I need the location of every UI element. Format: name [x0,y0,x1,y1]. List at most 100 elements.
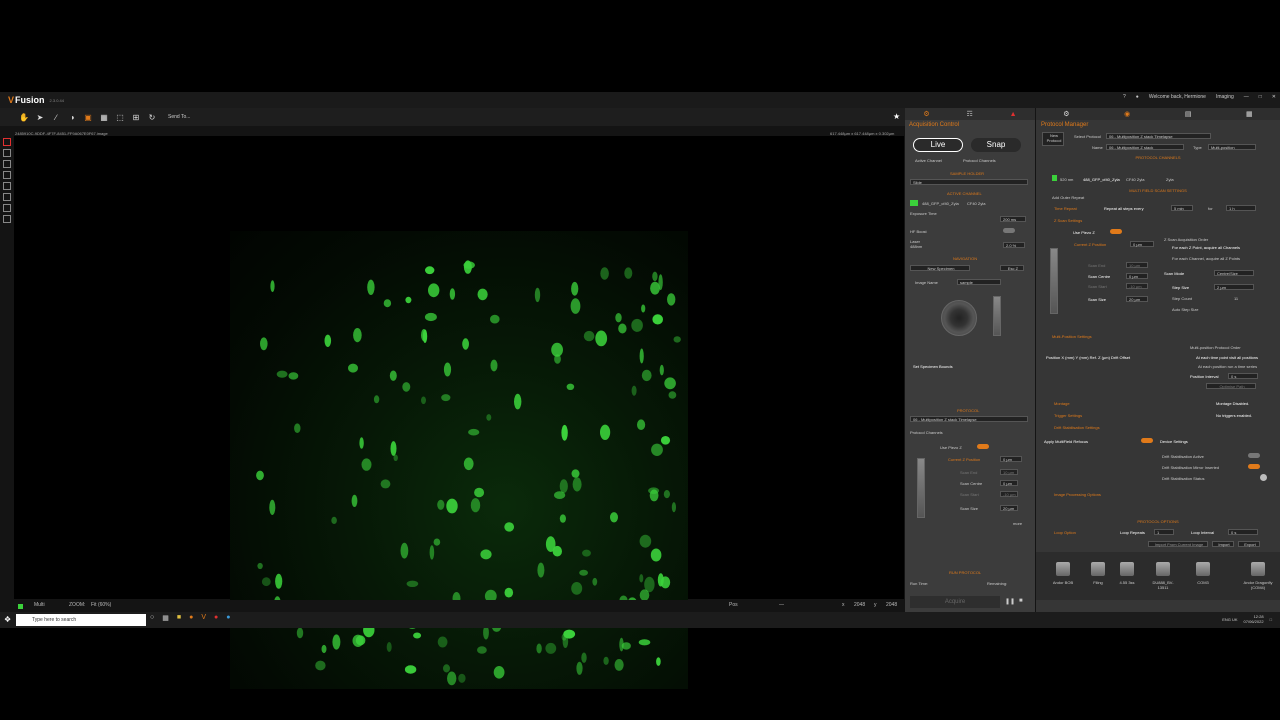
scan-end-input[interactable]: 10 µm [1000,469,1018,475]
loop-interval-input[interactable]: 0 s [1228,529,1258,535]
scan-start-input[interactable]: -10 µm [1000,491,1018,497]
new-specimen-button[interactable]: New Specimen [910,265,970,271]
help-icon[interactable]: ? [1123,94,1126,100]
grid-icon[interactable]: ▦ [98,111,110,123]
hand-tool-icon[interactable]: ✋ [18,111,30,123]
multi-position-header[interactable]: Multi-Position Settings [1052,334,1092,339]
scan-start-input[interactable]: -10 µm [1126,283,1148,289]
files-tab-icon[interactable]: ☶ [967,110,973,118]
protocol-z-slider[interactable] [1050,248,1058,314]
device-filing[interactable]: Filing [1083,562,1113,585]
scan-end-input[interactable]: 10 µm [1126,262,1148,268]
hf-boost-toggle[interactable] [1003,228,1015,233]
mp-order-option-2[interactable]: At each position run a time series [1198,364,1257,369]
imaging-mode-select[interactable]: Imaging [1216,94,1234,100]
montage-header[interactable]: Montage [1054,401,1070,406]
acquire-button[interactable]: Acquire [910,596,1000,608]
layers-icon[interactable] [3,215,11,223]
alert-tab-icon[interactable]: ▲ [1010,111,1017,118]
red-square-icon[interactable] [3,138,11,146]
pause-icon[interactable]: ❚❚ [1005,598,1015,605]
scan-mode-select[interactable]: Centre/Size [1214,270,1254,276]
drift-active-toggle[interactable] [1248,453,1260,458]
measure-icon[interactable]: ▣ [82,111,94,123]
acquisition-tab-icon[interactable]: ⚙ [923,110,929,118]
multi-toggle[interactable]: Multi [34,602,45,608]
channel-name-label[interactable]: 488_GFP_cf40_Zyla [1083,177,1120,182]
select-protocol-dropdown[interactable]: 06 - Multiposition Z stack Timelapse [1106,133,1211,139]
drift-mirror-toggle[interactable] [1248,464,1260,469]
scan-centre-input[interactable]: 0 µm [1126,273,1148,279]
use-piezo-toggle[interactable] [977,444,989,449]
add-outer-repeat-button[interactable]: Add Outer Repeat [1052,195,1084,200]
image-processing-header[interactable]: Image Processing Options [1054,492,1101,497]
windows-start-icon[interactable]: ❖ [4,615,11,624]
user-icon[interactable]: ● [1136,94,1139,100]
trigger-header[interactable]: Trigger Settings [1054,413,1082,418]
channel-name[interactable]: 488_GFP_cf40_Zyla [922,201,959,206]
maximize-icon[interactable]: □ [1259,94,1262,100]
more-link[interactable]: more [1013,521,1022,526]
drift-header[interactable]: Drift Stabilisation Settings [1054,425,1100,430]
import-current-button[interactable]: Import From Current Image [1148,541,1208,547]
device-4-55[interactable]: 4.55 3ss [1112,562,1142,585]
use-piezo-toggle[interactable] [1110,229,1122,234]
protocol-tab-icon[interactable]: ◉ [1124,110,1130,118]
minimize-icon[interactable]: — [1244,94,1249,100]
volume-view-icon[interactable] [3,193,11,201]
step-size-input[interactable]: 2 µm [1214,284,1254,290]
fusion-taskbar-icon[interactable]: V [201,614,206,622]
grid-view-icon[interactable] [3,160,11,168]
send-to-button[interactable]: Send To... [168,114,190,120]
time-repeat-label[interactable]: Time Repeat [1054,206,1077,211]
z-scan-slider[interactable] [917,458,925,518]
taskbar-search-input[interactable]: Type here to search [16,614,146,626]
device-com3[interactable]: COM3 [1188,562,1218,585]
tray-date[interactable]: 07/06/2022 [1244,619,1264,624]
active-channel-radio[interactable]: Active Channel [915,158,942,163]
image-name-input[interactable]: sample [957,279,1001,285]
order-option-1[interactable]: For each Z Point, acquire all Channels [1172,245,1240,250]
single-view-icon[interactable] [3,149,11,157]
protocol-select[interactable]: 06 - Multiposition Z stack Timelapse [910,416,1028,422]
z-scan-settings-header[interactable]: Z Scan Settings [1054,218,1082,223]
pointer-tool-icon[interactable]: ➤ [34,111,46,123]
notification-icon[interactable]: □ [1270,617,1272,622]
protocol-type-select[interactable]: Multi-position [1208,144,1256,150]
scan-size-input[interactable]: 20 µm [1000,505,1018,511]
montage-view-icon[interactable] [3,171,11,179]
contrast-icon[interactable]: ◑ [66,111,78,123]
chart-tab-icon[interactable]: ▤ [1185,110,1192,118]
position-interval-input[interactable]: 0 s [1228,373,1258,379]
scan-centre-input[interactable]: 0 µm [1000,480,1018,486]
table-tab-icon[interactable]: ▦ [1246,110,1253,118]
device-dragonfly[interactable]: Andor Dragonfly (COM4) [1238,562,1278,590]
rotate-icon[interactable] [3,204,11,212]
protocol-channels-radio[interactable]: Protocol Channels [963,158,996,163]
lang-indicator[interactable]: ENG UK [1222,617,1237,622]
export-button[interactable]: Export [1238,541,1260,547]
zoom-fit-icon[interactable]: ⊞ [130,111,142,123]
device-du888[interactable]: DU888_BV-13511 [1148,562,1178,590]
pin-icon[interactable]: ★ [893,112,900,121]
auto-step-radio[interactable]: Auto Step Size [1172,307,1198,312]
apply-refocus-toggle[interactable] [1141,438,1153,443]
snap-button[interactable]: Snap [971,138,1021,152]
task-view-icon[interactable]: ▦ [162,614,169,622]
device-andor-bob[interactable]: Andor BOB [1048,562,1078,585]
close-icon[interactable]: ✕ [1272,94,1276,100]
z-focus-slider[interactable] [993,296,1001,336]
loop-option-header[interactable]: Loop Option [1054,530,1076,535]
chrome-icon[interactable]: ● [214,614,218,622]
line-tool-icon[interactable]: ∕ [50,111,62,123]
refresh-icon[interactable]: ↻ [146,111,158,123]
stage-joystick[interactable] [941,300,977,336]
explorer-icon[interactable]: ■ [177,614,181,622]
sample-holder-select[interactable]: Slide [910,179,1028,185]
tile-view-icon[interactable] [3,182,11,190]
step-size-radio[interactable]: Step Size [1172,285,1189,290]
zoom-value[interactable]: Fit (60%) [91,602,111,608]
firefox-icon[interactable]: ● [189,614,193,622]
scan-size-input[interactable]: 20 µm [1126,296,1148,302]
protocol-name-input[interactable]: 06 - Multiposition Z stack [1106,144,1184,150]
